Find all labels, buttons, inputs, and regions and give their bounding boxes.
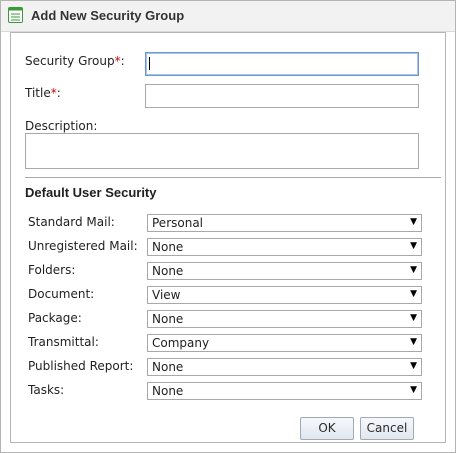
chevron-down-icon: ▼ <box>410 361 417 371</box>
chevron-down-icon: ▼ <box>410 217 417 227</box>
unregistered-mail-select[interactable]: None ▼ <box>147 238 422 256</box>
description-label: Description: <box>25 119 98 133</box>
dialog-titlebar[interactable]: Add New Security Group <box>1 1 455 32</box>
form-panel: Security Group*: Title*: Description: De… <box>10 32 446 443</box>
text-caret <box>149 57 150 70</box>
document-select[interactable]: View ▼ <box>147 286 422 304</box>
unregistered-mail-label: Unregistered Mail: <box>28 239 138 253</box>
tasks-label: Tasks: <box>28 383 65 397</box>
transmittal-label: Transmittal: <box>28 335 99 349</box>
package-label: Package: <box>28 311 82 325</box>
title-input[interactable] <box>145 84 419 108</box>
standard-mail-select[interactable]: Personal ▼ <box>147 214 422 232</box>
security-group-label: Security Group*: <box>25 54 125 68</box>
chevron-down-icon: ▼ <box>410 385 417 395</box>
chevron-down-icon: ▼ <box>410 313 417 323</box>
transmittal-select[interactable]: Company ▼ <box>147 334 422 352</box>
security-group-input[interactable] <box>145 52 419 76</box>
dialog-title: Add New Security Group <box>31 8 185 23</box>
chevron-down-icon: ▼ <box>410 265 417 275</box>
standard-mail-label: Standard Mail: <box>28 215 115 229</box>
cancel-button[interactable]: Cancel <box>360 417 414 440</box>
folders-select[interactable]: None ▼ <box>147 262 422 280</box>
description-textarea[interactable] <box>25 133 419 169</box>
folders-label: Folders: <box>28 263 76 277</box>
add-security-group-dialog: Add New Security Group Security Group*: … <box>0 0 456 453</box>
tasks-select[interactable]: None ▼ <box>147 382 422 400</box>
title-label: Title*: <box>25 86 61 100</box>
form-list-icon <box>8 7 23 23</box>
chevron-down-icon: ▼ <box>410 241 417 251</box>
published-report-label: Published Report: <box>28 359 134 373</box>
ok-button[interactable]: OK <box>300 417 354 440</box>
published-report-select[interactable]: None ▼ <box>147 358 422 376</box>
section-divider <box>25 177 441 178</box>
default-user-security-heading: Default User Security <box>25 185 157 200</box>
chevron-down-icon: ▼ <box>410 337 417 347</box>
package-select[interactable]: None ▼ <box>147 310 422 328</box>
chevron-down-icon: ▼ <box>410 289 417 299</box>
document-label: Document: <box>28 287 95 301</box>
